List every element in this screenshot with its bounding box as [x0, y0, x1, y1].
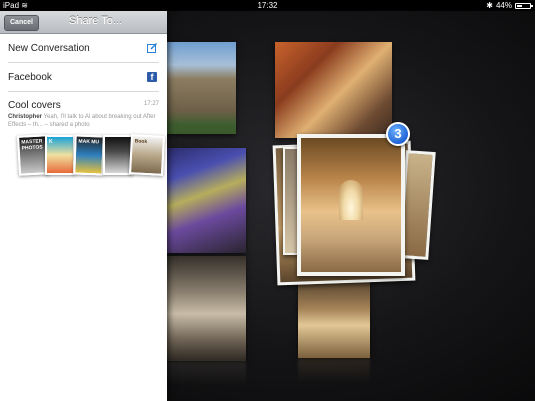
conversation-preview: Christopher Yeah, I'll talk to Al about …: [8, 113, 159, 129]
facebook-icon: f: [147, 72, 157, 82]
panel-title: Share To...: [69, 15, 122, 27]
photo-reflection: [164, 361, 246, 386]
conversation-title: Cool covers: [8, 100, 61, 111]
cloister-arch: [339, 180, 363, 220]
share-option-facebook[interactable]: Facebook f: [8, 63, 159, 92]
conversation-thumbnails: MASTER PHOTOS K MAK MU Book: [16, 134, 166, 179]
status-bar: iPad ≋ 17:32 ✱ 44%: [0, 0, 535, 11]
stack-count-badge: 3: [386, 122, 410, 146]
photo-cathedral-exterior[interactable]: [164, 42, 236, 134]
magazine-thumbnail: MAK MU: [73, 134, 105, 176]
compose-icon: [147, 43, 157, 53]
option-label: New Conversation: [8, 43, 90, 54]
photo-tomb-effigy[interactable]: [164, 256, 246, 361]
conversation-time: 17:27: [143, 101, 159, 107]
share-option-new-conversation[interactable]: New Conversation: [8, 34, 159, 63]
bluetooth-icon: ✱: [486, 1, 493, 10]
conversation-item[interactable]: Cool covers 17:27 Christopher Yeah, I'll…: [0, 92, 167, 179]
photo-cloister-floor[interactable]: [298, 276, 370, 358]
status-time: 17:32: [257, 1, 278, 10]
stack-photo-front: [297, 134, 405, 276]
status-right: ✱ 44%: [486, 0, 533, 11]
option-label: Facebook: [8, 72, 52, 83]
photo-stained-glass[interactable]: [164, 148, 246, 253]
magazine-thumbnail: Book: [128, 134, 166, 176]
photo-reflection: [298, 358, 370, 383]
battery-icon: [515, 2, 533, 9]
share-panel-header: Cancel Share To...: [0, 11, 167, 34]
battery-percent: 44%: [495, 1, 512, 10]
share-panel: Cancel Share To... New Conversation Face…: [0, 11, 167, 401]
magazine-thumbnail: K: [45, 135, 75, 175]
photo-painted-arch[interactable]: [275, 42, 392, 138]
conversation-sender: Christopher: [8, 114, 43, 120]
